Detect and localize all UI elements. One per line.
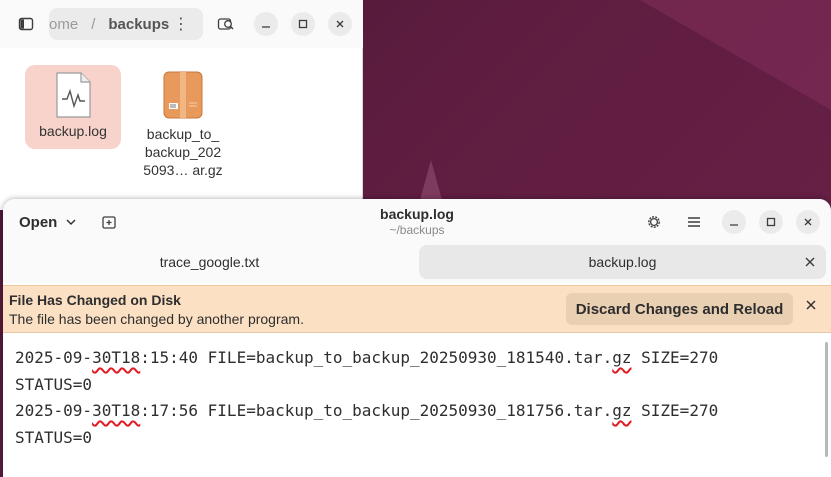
close-icon [336,20,344,28]
path-segment-current[interactable]: backups [108,16,169,33]
wallpaper-shape [420,160,442,200]
maximize-button[interactable] [759,210,783,234]
vertical-scrollbar[interactable] [825,342,828,457]
text-editor-window: Open backup.log ~/backups trace_google.t… [3,199,831,477]
infobar-message: The file has been changed by another pro… [9,311,304,327]
tab-bar: trace_google.txt backup.log [3,245,831,283]
close-infobar-icon[interactable] [805,299,817,311]
discard-reload-button[interactable]: Discard Changes and Reload [566,293,793,325]
text-line: STATUS=0 [15,428,93,447]
maximize-button[interactable] [291,12,315,36]
spelling-error: 30T18 [92,348,141,367]
minimize-icon [262,26,270,28]
file-item-backup-log[interactable]: backup.log [25,65,121,149]
log-file-icon [56,72,91,118]
close-icon [804,218,812,226]
close-button[interactable] [796,210,820,234]
path-separator: / [91,15,96,33]
files-window: ome / backups ⋮ backup.log backup_to_ ba… [0,0,363,210]
maximize-icon [766,217,776,227]
text-editor-body[interactable]: 2025-09-30T18:15:40 FILE=backup_to_backu… [3,334,831,477]
minimize-button[interactable] [722,210,746,234]
file-changed-infobar: File Has Changed on Disk The file has be… [3,285,831,333]
tab-label: backup.log [588,254,657,270]
wallpaper-shape [640,0,831,110]
editor-header: Open backup.log ~/backups [3,199,831,245]
sidebar-icon [18,17,34,31]
search-button[interactable] [213,11,239,37]
sidebar-toggle-button[interactable] [13,11,39,37]
spelling-error: 30T18 [92,401,141,420]
spelling-error: gz [612,348,632,367]
path-bar[interactable]: ome / backups ⋮ [49,8,203,40]
hamburger-menu-icon [688,217,700,227]
settings-button[interactable] [641,209,667,235]
gear-icon [648,216,660,228]
path-segment-home[interactable]: ome [49,16,78,33]
file-label: backup.log [39,123,107,139]
files-header: ome / backups ⋮ [0,0,363,48]
minimize-button[interactable] [254,12,278,36]
tab-backup-log[interactable]: backup.log [419,245,826,279]
path-menu-icon[interactable]: ⋮ [173,14,189,34]
text-line: 2025-09-30T18:17:56 FILE=backup_to_backu… [15,401,719,420]
text-line: STATUS=0 [15,375,93,394]
minimize-icon [730,224,738,226]
file-item-backup-archive[interactable]: backup_to_ backup_202 5093… ar.gz [135,71,231,181]
close-tab-icon[interactable] [804,256,816,268]
search-folder-icon [217,18,234,30]
tab-trace-google[interactable]: trace_google.txt [3,245,416,279]
tab-label: trace_google.txt [159,254,260,270]
archive-icon [163,71,203,119]
infobar-title: File Has Changed on Disk [9,292,181,308]
spelling-error: gz [612,401,632,420]
maximize-icon [298,19,308,29]
main-menu-button[interactable] [681,209,707,235]
file-label: backup_to_ backup_202 5093… ar.gz [143,126,223,178]
close-button[interactable] [328,12,352,36]
text-line: 2025-09-30T18:15:40 FILE=backup_to_backu… [15,348,719,367]
